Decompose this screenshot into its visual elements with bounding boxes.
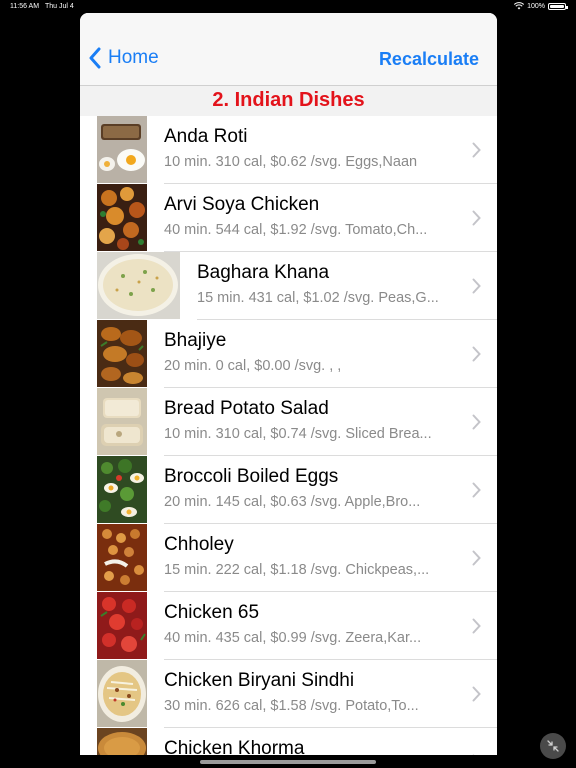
list-item[interactable]: Bhajiye 20 min. 0 cal, $0.00 /svg. , ,: [80, 320, 497, 388]
chevron-right-icon: [472, 414, 481, 430]
dish-thumbnail: [97, 388, 147, 455]
chevron-right-icon: [472, 550, 481, 566]
dish-thumbnail: [97, 728, 147, 755]
list-item[interactable]: Bread Potato Salad 10 min. 310 cal, $0.7…: [80, 388, 497, 456]
dish-title: Anda Roti: [164, 126, 248, 147]
dish-thumbnail: [97, 592, 147, 659]
list-item[interactable]: Baghara Khana 15 min. 431 cal, $1.02 /sv…: [80, 252, 497, 320]
list-item[interactable]: Chicken Khorma: [80, 728, 497, 755]
dish-title: Arvi Soya Chicken: [164, 194, 320, 215]
chevron-right-icon: [472, 618, 481, 634]
dish-title: Bhajiye: [164, 330, 227, 351]
collapse-arrows-icon: [547, 740, 559, 752]
dish-details: 15 min. 431 cal, $1.02 /svg. Peas,G...: [197, 290, 439, 306]
dish-title: Broccoli Boiled Eggs: [164, 466, 339, 487]
dish-title: Chholey: [164, 534, 234, 555]
dish-details: 20 min. 145 cal, $0.63 /svg. Apple,Bro..…: [164, 494, 421, 510]
chevron-right-icon: [472, 754, 475, 755]
section-title: 2. Indian Dishes: [212, 89, 365, 111]
chevron-right-icon: [472, 686, 481, 702]
dish-thumbnail: [97, 660, 147, 727]
status-time: 11:56 AM: [10, 3, 40, 10]
chevron-right-icon: [472, 142, 481, 158]
list-item[interactable]: Anda Roti 10 min. 310 cal, $0.62 /svg. E…: [80, 116, 497, 184]
dish-thumbnail: [97, 116, 147, 183]
chevron-right-icon: [472, 278, 481, 294]
chevron-right-icon: [472, 482, 481, 498]
dish-title: Chicken Khorma: [164, 738, 305, 755]
dish-thumbnail: [97, 184, 147, 251]
dish-title: Bread Potato Salad: [164, 398, 329, 419]
status-date: Thu Jul 4: [45, 3, 74, 10]
list-item[interactable]: Chicken 65 40 min. 435 cal, $0.99 /svg. …: [80, 592, 497, 660]
chevron-left-icon: [89, 47, 101, 69]
status-right: 100%: [514, 2, 568, 10]
dish-thumbnail: [97, 252, 180, 319]
back-button[interactable]: Home: [88, 47, 159, 69]
wifi-icon: [514, 2, 525, 10]
list-item[interactable]: Arvi Soya Chicken 40 min. 544 cal, $1.92…: [80, 184, 497, 252]
modal-sheet: Home Recalculate 2. Indian Dishes Anda R…: [80, 13, 497, 755]
dish-details: 40 min. 435 cal, $0.99 /svg. Zeera,Kar..…: [164, 630, 422, 646]
dish-details: 15 min. 222 cal, $1.18 /svg. Chickpeas,.…: [164, 562, 430, 578]
dish-title: Baghara Khana: [197, 262, 330, 283]
dish-thumbnail: [97, 524, 147, 591]
battery-percent: 100%: [527, 2, 545, 10]
battery-icon: [548, 2, 568, 10]
dish-title: Chicken Biryani Sindhi: [164, 670, 355, 691]
chevron-right-icon: [472, 346, 481, 362]
back-button-label: Home: [108, 47, 159, 68]
dish-details: 20 min. 0 cal, $0.00 /svg. , ,: [164, 358, 342, 374]
dish-details: 40 min. 544 cal, $1.92 /svg. Tomato,Ch..…: [164, 222, 428, 238]
dish-title: Chicken 65: [164, 602, 260, 623]
dish-list[interactable]: Anda Roti 10 min. 310 cal, $0.62 /svg. E…: [80, 116, 497, 755]
list-item[interactable]: Chicken Biryani Sindhi 30 min. 626 cal, …: [80, 660, 497, 728]
list-item[interactable]: Broccoli Boiled Eggs 20 min. 145 cal, $0…: [80, 456, 497, 524]
dish-thumbnail: [97, 320, 147, 387]
dish-details: 10 min. 310 cal, $0.74 /svg. Sliced Brea…: [164, 426, 432, 442]
dish-details: 30 min. 626 cal, $1.58 /svg. Potato,To..…: [164, 698, 419, 714]
home-indicator[interactable]: [200, 760, 376, 764]
status-bar: 11:56 AM Thu Jul 4 100%: [0, 0, 576, 14]
navigation-bar: Home Recalculate: [80, 13, 497, 86]
dish-thumbnail: [97, 456, 147, 523]
list-item[interactable]: Chholey 15 min. 222 cal, $1.18 /svg. Chi…: [80, 524, 497, 592]
recalculate-button[interactable]: Recalculate: [379, 49, 479, 70]
chevron-right-icon: [472, 210, 481, 226]
dish-details: 10 min. 310 cal, $0.62 /svg. Eggs,Naan: [164, 154, 418, 170]
section-header: 2. Indian Dishes: [80, 86, 497, 116]
collapse-button[interactable]: [540, 733, 566, 759]
